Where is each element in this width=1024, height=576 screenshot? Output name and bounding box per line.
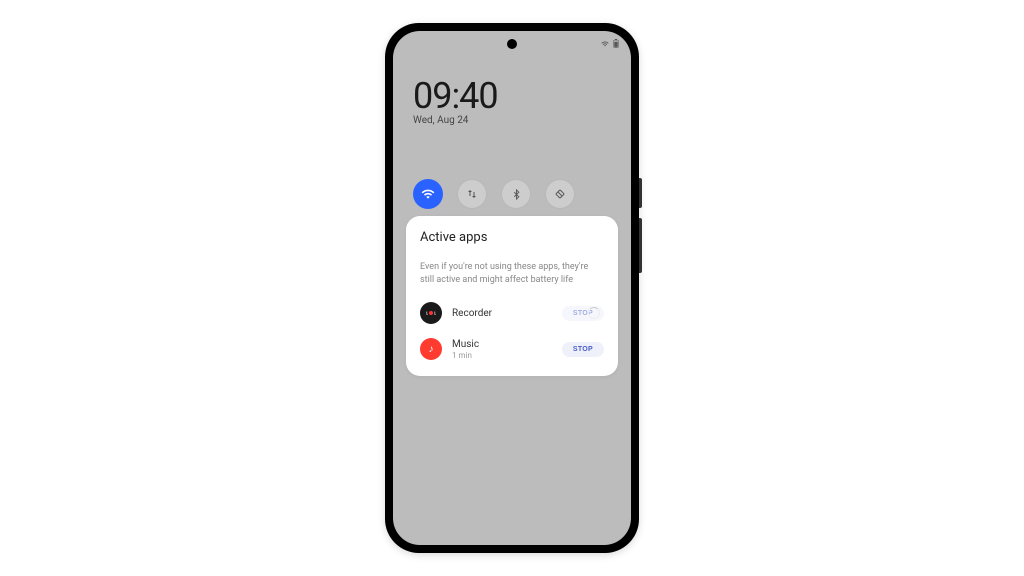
phone-volume-button: [639, 218, 642, 273]
app-info: Music 1 min: [452, 339, 552, 360]
rotation-lock-icon: [554, 188, 566, 200]
bluetooth-icon: [511, 189, 522, 200]
battery-status-icon: [613, 39, 619, 50]
app-name-label: Recorder: [452, 308, 552, 319]
stop-button-music[interactable]: STOP: [562, 342, 604, 357]
app-info: Recorder: [452, 308, 552, 319]
clock-time: 09:40: [413, 75, 498, 117]
status-bar: [601, 39, 619, 50]
loading-spinner-icon: [588, 307, 600, 319]
app-row-music: ♪ Music 1 min STOP: [420, 338, 604, 360]
qs-rotation-button[interactable]: [545, 179, 575, 209]
stop-button-recorder[interactable]: STOP: [562, 306, 604, 321]
card-title: Active apps: [420, 230, 604, 245]
music-app-icon: ♪: [420, 338, 442, 360]
phone-side-button: [639, 178, 642, 208]
card-description: Even if you're not using these apps, the…: [420, 261, 604, 286]
app-name-label: Music: [452, 339, 552, 350]
app-row-recorder: ιι Recorder STOP: [420, 302, 604, 324]
qs-data-button[interactable]: [457, 179, 487, 209]
qs-bluetooth-button[interactable]: [501, 179, 531, 209]
active-apps-card: Active apps Even if you're not using the…: [406, 216, 618, 376]
quick-settings-row: [413, 179, 575, 209]
clock-area: 09:40 Wed, Aug 24: [413, 75, 498, 126]
qs-wifi-button[interactable]: [413, 179, 443, 209]
stop-button-label: STOP: [573, 346, 593, 353]
phone-frame: 09:40 Wed, Aug 24 Active apps Even if yo…: [385, 23, 639, 553]
phone-screen: 09:40 Wed, Aug 24 Active apps Even if yo…: [393, 31, 631, 545]
recorder-app-icon: ιι: [420, 302, 442, 324]
app-sub-label: 1 min: [452, 351, 552, 360]
data-arrows-icon: [466, 188, 478, 200]
wifi-icon: [421, 187, 435, 201]
wifi-status-icon: [601, 40, 609, 50]
front-camera: [507, 39, 517, 49]
